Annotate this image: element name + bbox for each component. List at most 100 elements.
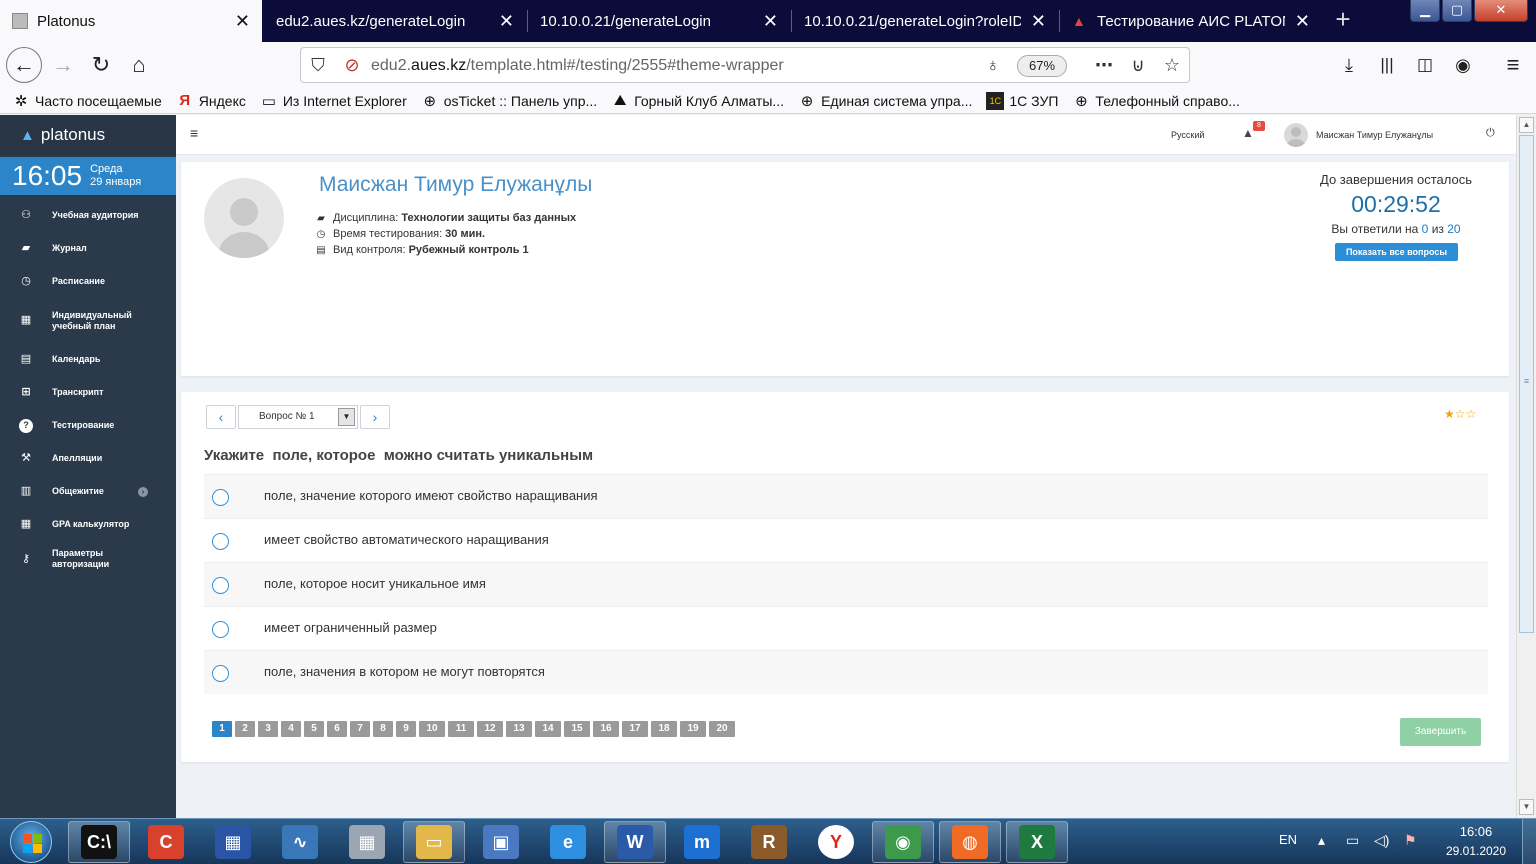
radio-button[interactable] — [212, 621, 229, 638]
scroll-thumb[interactable]: ≡ — [1519, 135, 1534, 633]
sidebar-item-schedule[interactable]: ◷ Расписание — [0, 265, 176, 298]
taskbar-excel-button[interactable]: X — [1006, 821, 1068, 863]
page-button-10[interactable]: 10 — [419, 721, 445, 737]
new-tab-button[interactable]: + — [1330, 6, 1356, 34]
page-button-4[interactable]: 4 — [281, 721, 301, 737]
taskbar-remote-desktop-button[interactable]: ▣ — [470, 821, 532, 863]
action-center-flag-icon[interactable]: ⚑ — [1404, 832, 1417, 849]
taskbar-explorer-button[interactable]: ▭ — [403, 821, 465, 863]
language-selector[interactable]: Русский — [1171, 130, 1204, 140]
sidebar-item-gpa-calculator[interactable]: ▦ GPA калькулятор — [0, 508, 176, 541]
minimize-button[interactable]: ▁ — [1410, 0, 1440, 22]
page-button-5[interactable]: 5 — [304, 721, 324, 737]
answer-option-5[interactable]: поле, значения в котором не могут повтор… — [204, 650, 1488, 694]
sidebar-item-auth-settings[interactable]: ⚷ Параметры авторизации — [0, 541, 176, 577]
taskbar-yandex-browser-button[interactable]: Y — [805, 821, 867, 863]
page-button-19[interactable]: 19 — [680, 721, 706, 737]
bookmark-1c[interactable]: 1C 1С ЗУП — [986, 91, 1058, 110]
answer-option-1[interactable]: поле, значение которого имеют свойство н… — [204, 474, 1488, 518]
lightbulb-icon[interactable]: ♁ — [982, 54, 1004, 76]
radio-button[interactable] — [212, 577, 229, 594]
show-all-questions-button[interactable]: Показать все вопросы — [1335, 243, 1458, 261]
page-button-11[interactable]: 11 — [448, 721, 474, 737]
show-desktop-button[interactable] — [1522, 819, 1536, 864]
url-text[interactable]: edu2.aues.kz/template.html#/testing/2555… — [371, 57, 784, 75]
close-icon[interactable]: ✕ — [235, 11, 250, 32]
taskbar-firefox-button[interactable]: ◍ — [939, 821, 1001, 863]
scroll-down-arrow[interactable]: ▼ — [1519, 799, 1534, 815]
forward-button[interactable]: → — [46, 48, 80, 82]
tab-generate-login[interactable]: edu2.aues.kz/generateLogin ✕ — [264, 0, 526, 42]
page-button-1[interactable]: 1 — [212, 721, 232, 737]
tab-generate-login-2[interactable]: 10.10.0.21/generateLogin ✕ — [528, 0, 790, 42]
page-button-8[interactable]: 8 — [373, 721, 393, 737]
keyboard-language[interactable]: EN — [1279, 832, 1297, 847]
question-select[interactable]: Вопрос № 1 ▼ — [238, 405, 358, 429]
volume-icon[interactable]: ◁) — [1374, 832, 1389, 849]
sidebar-item-classroom[interactable]: ⚇ Учебная аудитория — [0, 199, 176, 232]
bookmark-ie-folder[interactable]: ▭ Из Internet Explorer — [260, 92, 407, 110]
page-button-9[interactable]: 9 — [396, 721, 416, 737]
page-button-2[interactable]: 2 — [235, 721, 255, 737]
tab-platonus[interactable]: Platonus ✕ — [0, 0, 262, 42]
show-hidden-icons-icon[interactable]: ▴ — [1318, 832, 1325, 849]
sidebar-item-calendar[interactable]: ▤ Календарь — [0, 343, 176, 376]
page-button-14[interactable]: 14 — [535, 721, 561, 737]
tab-testing[interactable]: ▲ Тестирование АИС PLATONUS ✕ — [1060, 0, 1322, 42]
bookmark-phone-directory[interactable]: ⊕ Телефонный справо... — [1072, 92, 1240, 110]
start-button[interactable] — [10, 821, 52, 863]
downloads-button[interactable]: ⤓ — [1332, 48, 1366, 82]
taskbar-winrar-button[interactable]: R — [738, 821, 800, 863]
scroll-up-arrow[interactable]: ▲ — [1519, 117, 1534, 133]
page-button-13[interactable]: 13 — [506, 721, 532, 737]
page-button-15[interactable]: 15 — [564, 721, 590, 737]
close-window-button[interactable]: ✕ — [1474, 0, 1528, 22]
finish-test-button[interactable]: Завершить — [1400, 718, 1481, 746]
previous-question-button[interactable]: ‹ — [206, 405, 236, 429]
maximize-button[interactable]: ▢ — [1442, 0, 1472, 22]
back-button[interactable]: ← — [6, 47, 42, 83]
sidebar-item-transcript[interactable]: ⊞ Транскрипт — [0, 376, 176, 409]
bookmark-yandex[interactable]: Я Яндекс — [176, 92, 245, 110]
close-icon[interactable]: ✕ — [499, 11, 514, 32]
page-button-20[interactable]: 20 — [709, 721, 735, 737]
bookmark-osticket[interactable]: ⊕ osTicket :: Панель упр... — [421, 92, 597, 110]
close-icon[interactable]: ✕ — [1295, 11, 1310, 32]
sidebar-item-individual-plan[interactable]: ▦ Индивидуальный учебный план — [0, 298, 176, 343]
account-button[interactable]: ◉ — [1446, 48, 1480, 82]
page-button-7[interactable]: 7 — [350, 721, 370, 737]
taskbar-server-manager-button[interactable]: ▦ — [202, 821, 264, 863]
taskbar-wireshark-button[interactable]: ∿ — [269, 821, 331, 863]
pocket-icon[interactable]: ⊍ — [1127, 54, 1149, 76]
bookmark-unified-system[interactable]: ⊕ Единая система упра... — [798, 92, 973, 110]
shield-icon[interactable]: ⛉ — [307, 54, 329, 76]
bookmark-star-icon[interactable]: ☆ — [1161, 54, 1183, 76]
page-button-16[interactable]: 16 — [593, 721, 619, 737]
insecure-lock-icon[interactable]: ⊘ — [341, 54, 363, 76]
url-bar[interactable]: ⛉ ⊘ edu2.aues.kz/template.html#/testing/… — [300, 47, 1190, 83]
page-scrollbar[interactable]: ▲ ≡ ▼ — [1516, 115, 1536, 818]
power-icon[interactable]: ⏻ — [1486, 127, 1495, 140]
menu-button[interactable]: ≡ — [1496, 48, 1530, 82]
sidebar-item-journal[interactable]: ▰ Журнал — [0, 232, 176, 265]
page-button-17[interactable]: 17 — [622, 721, 648, 737]
sidebar-item-dormitory[interactable]: ▥ Общежитие › — [0, 475, 176, 508]
answer-option-2[interactable]: имеет свойство автоматического наращиван… — [204, 518, 1488, 562]
taskbar-maxthon-button[interactable]: m — [671, 821, 733, 863]
user-name[interactable]: Маисжан Тимур Елужанұлы — [1316, 130, 1433, 140]
page-button-6[interactable]: 6 — [327, 721, 347, 737]
tray-date[interactable]: 29.01.2020 — [1440, 844, 1512, 858]
avatar[interactable] — [1284, 123, 1308, 147]
close-icon[interactable]: ✕ — [1031, 11, 1046, 32]
tray-time[interactable]: 16:06 — [1440, 824, 1512, 839]
bookmark-mountain-club[interactable]: ⛰ Горный Клуб Алматы... — [611, 92, 784, 110]
bookmark-frequent[interactable]: ✲ Часто посещаемые — [12, 92, 162, 110]
taskbar-calculator-button[interactable]: ▦ — [336, 821, 398, 863]
network-icon[interactable]: ▭ — [1346, 832, 1359, 849]
page-button-3[interactable]: 3 — [258, 721, 278, 737]
answer-option-4[interactable]: имеет ограниченный размер — [204, 606, 1488, 650]
sidebar-button[interactable]: ◫ — [1408, 48, 1442, 82]
sidebar-item-appeals[interactable]: ⚒ Апелляции — [0, 442, 176, 475]
hamburger-icon[interactable]: ≡ — [190, 125, 198, 141]
sidebar-item-testing[interactable]: ? Тестирование — [0, 409, 176, 442]
